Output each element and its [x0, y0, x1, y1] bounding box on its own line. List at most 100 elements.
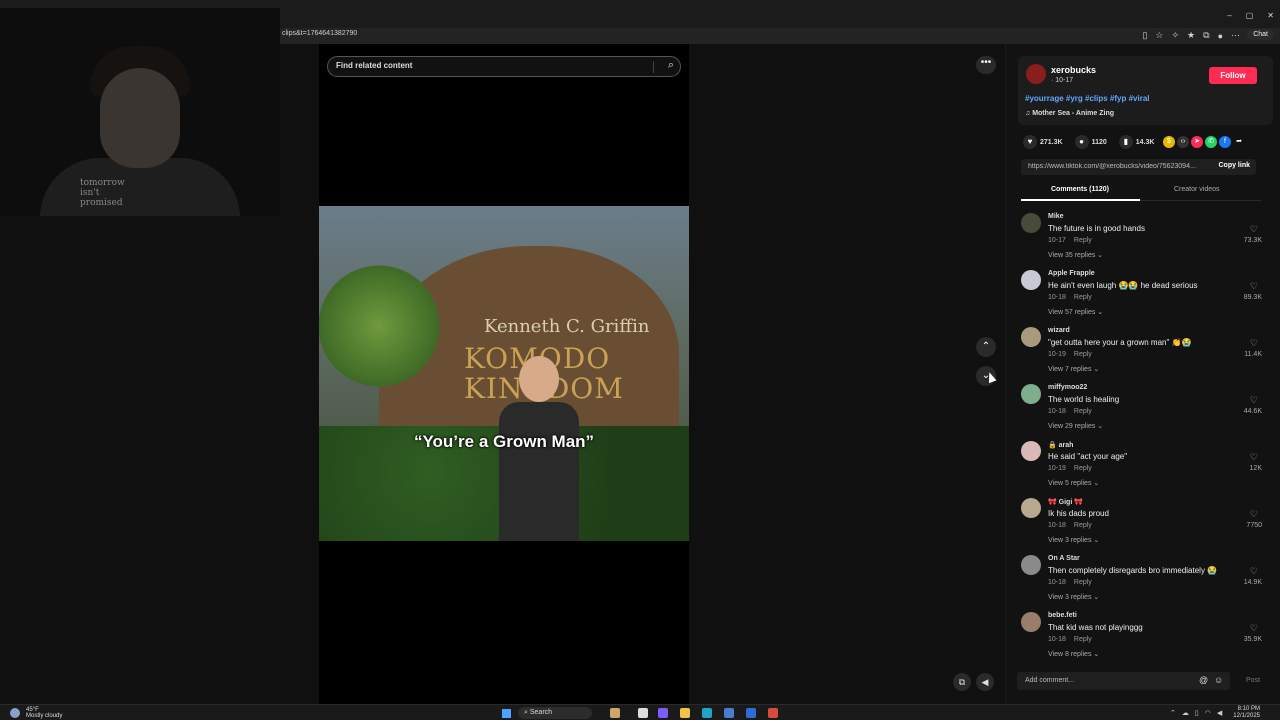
menu-icon[interactable]: ⋯ — [1231, 30, 1240, 41]
heart-outline-icon[interactable]: ♡ — [1250, 281, 1258, 292]
weather-icon[interactable] — [10, 708, 20, 718]
tab-comments[interactable]: Comments (1120) — [1051, 186, 1109, 193]
video-frame[interactable]: Kenneth C. Griffin KOMODO KINGDOM “You’r… — [319, 206, 689, 541]
commenter-avatar[interactable] — [1021, 270, 1041, 290]
commenter-avatar[interactable] — [1021, 612, 1041, 632]
author-avatar[interactable] — [1026, 64, 1046, 84]
view-replies-button[interactable]: View 3 replies ⌄ — [1048, 536, 1099, 544]
commenter-avatar[interactable] — [1021, 327, 1041, 347]
view-replies-button[interactable]: View 3 replies ⌄ — [1048, 593, 1099, 601]
share-link-text[interactable]: https://www.tiktok.com/@xerobucks/video/… — [1028, 163, 1208, 170]
commenter-name[interactable]: Mike — [1048, 213, 1064, 220]
view-replies-button[interactable]: View 35 replies ⌄ — [1048, 251, 1103, 259]
favorites-icon[interactable]: ★ — [1187, 30, 1195, 41]
mention-icon[interactable]: @ — [1199, 675, 1208, 685]
view-replies-button[interactable]: View 7 replies ⌄ — [1048, 365, 1099, 373]
comment-input[interactable]: Add comment... @ ☺ — [1017, 672, 1230, 690]
profile-icon[interactable]: ● — [1218, 31, 1223, 41]
commenter-name[interactable]: 🔒 arah — [1048, 441, 1073, 449]
windows-start-icon[interactable] — [502, 709, 511, 718]
reply-button[interactable]: Reply — [1074, 522, 1092, 529]
app-icon-widgets[interactable] — [610, 708, 620, 718]
whatsapp-icon[interactable]: ✆ — [1205, 136, 1217, 148]
view-replies-button[interactable]: View 5 replies ⌄ — [1048, 479, 1099, 487]
heart-outline-icon[interactable]: ♡ — [1250, 566, 1258, 577]
heart-outline-icon[interactable]: ♡ — [1250, 509, 1258, 520]
search-icon[interactable]: ⌕ — [668, 59, 674, 72]
star-icon[interactable]: ☆ — [1155, 30, 1163, 41]
send-icon[interactable]: ➤ — [1191, 136, 1203, 148]
app-icon-taskview[interactable] — [638, 708, 648, 718]
weather-widget[interactable]: 45°F Mostly cloudy — [26, 707, 62, 719]
view-replies-button[interactable]: View 29 replies ⌄ — [1048, 422, 1103, 430]
heart-outline-icon[interactable]: ♡ — [1250, 623, 1258, 634]
commenter-avatar[interactable] — [1021, 213, 1041, 233]
heart-outline-icon[interactable]: ♡ — [1250, 452, 1258, 463]
app-icon-store[interactable] — [724, 708, 734, 718]
more-options-button[interactable]: ••• — [976, 56, 996, 74]
reader-icon[interactable]: ▯ — [1142, 30, 1147, 41]
app-icon-copilot[interactable] — [658, 708, 668, 718]
system-tray[interactable]: ⌃ ☁ ▯ ◠ ◀ — [1170, 709, 1222, 717]
reply-button[interactable]: Reply — [1074, 465, 1092, 472]
volume-button[interactable]: ◀ — [976, 673, 994, 691]
commenter-avatar[interactable] — [1021, 384, 1041, 404]
heart-outline-icon[interactable]: ♡ — [1250, 395, 1258, 406]
mic-icon[interactable]: ▯ — [1195, 709, 1199, 717]
share-link-box[interactable]: https://www.tiktok.com/@xerobucks/video/… — [1021, 159, 1256, 175]
volume-tray-icon[interactable]: ◀ — [1217, 709, 1222, 717]
comment-icon[interactable]: ● — [1074, 135, 1089, 149]
emoji-icon[interactable]: ☺ — [1214, 675, 1223, 685]
reply-button[interactable]: Reply — [1074, 636, 1092, 643]
close-icon[interactable]: ✕ — [1267, 11, 1274, 20]
commenter-avatar[interactable] — [1021, 555, 1041, 575]
wifi-icon[interactable]: ◠ — [1205, 709, 1211, 717]
tab-creator-videos[interactable]: Creator videos — [1174, 186, 1220, 193]
window-controls[interactable]: – ▢ ✕ — [1227, 11, 1274, 20]
heart-icon[interactable]: ♥ — [1023, 135, 1037, 149]
reply-button[interactable]: Reply — [1074, 408, 1092, 415]
minimize-icon[interactable]: – — [1227, 11, 1231, 20]
collections-icon[interactable]: ⧉ — [1203, 30, 1209, 41]
commenter-name[interactable]: Apple Frapple — [1048, 270, 1095, 277]
clock[interactable]: 8:10 PM 12/1/2025 — [1233, 706, 1260, 720]
miniplayer-button[interactable]: ⧉ — [953, 673, 971, 691]
app-icon-chrome[interactable] — [768, 708, 778, 718]
coin-icon[interactable]: $ — [1163, 136, 1175, 148]
address-bar[interactable]: clips&t=1764641382790 — [280, 28, 1280, 44]
related-search-input[interactable]: Find related content ⌕ — [327, 56, 681, 77]
url-text[interactable]: clips&t=1764641382790 — [282, 30, 357, 37]
commenter-avatar[interactable] — [1021, 498, 1041, 518]
commenter-name[interactable]: 🎀 Gigi 🎀 — [1048, 498, 1083, 506]
music-link[interactable]: ♫ Mother Sea - Anime Zing — [1025, 110, 1114, 117]
app-icon-edge[interactable] — [702, 708, 712, 718]
bookmark-icon[interactable]: ▮ — [1118, 135, 1133, 149]
copy-link-button[interactable]: Copy link — [1218, 162, 1250, 169]
app-icon-mail[interactable] — [746, 708, 756, 718]
reply-button[interactable]: Reply — [1074, 351, 1092, 358]
maximize-icon[interactable]: ▢ — [1246, 11, 1254, 20]
heart-outline-icon[interactable]: ♡ — [1250, 224, 1258, 235]
reply-button[interactable]: Reply — [1074, 294, 1092, 301]
reply-button[interactable]: Reply — [1074, 579, 1092, 586]
extensions-icon[interactable]: ✧ — [1172, 30, 1180, 41]
commenter-name[interactable]: wizard — [1048, 327, 1070, 334]
author-name[interactable]: xerobucks — [1051, 65, 1096, 75]
hashtags[interactable]: #yourrage #yrg #clips #fyp #viral — [1025, 94, 1150, 103]
reply-button[interactable]: Reply — [1074, 237, 1092, 244]
commenter-name[interactable]: On A Star — [1048, 555, 1080, 562]
facebook-icon[interactable]: f — [1219, 136, 1231, 148]
view-replies-button[interactable]: View 8 replies ⌄ — [1048, 650, 1099, 658]
app-icon-explorer[interactable] — [680, 708, 690, 718]
view-replies-button[interactable]: View 57 replies ⌄ — [1048, 308, 1103, 316]
share-arrow-icon[interactable]: ➦ — [1233, 136, 1245, 148]
previous-video-button[interactable]: ⌃ — [976, 337, 996, 357]
commenter-name[interactable]: bebe.feti — [1048, 612, 1077, 619]
embed-icon[interactable]: ‹› — [1177, 136, 1189, 148]
taskbar-search[interactable]: ⌕ Search — [518, 707, 592, 719]
cloud-icon[interactable]: ☁ — [1182, 709, 1189, 717]
commenter-name[interactable]: miffymoo22 — [1048, 384, 1087, 391]
commenter-avatar[interactable] — [1021, 441, 1041, 461]
copilot-chat-button[interactable]: Chat — [1247, 29, 1274, 40]
follow-button[interactable]: Follow — [1209, 67, 1257, 84]
